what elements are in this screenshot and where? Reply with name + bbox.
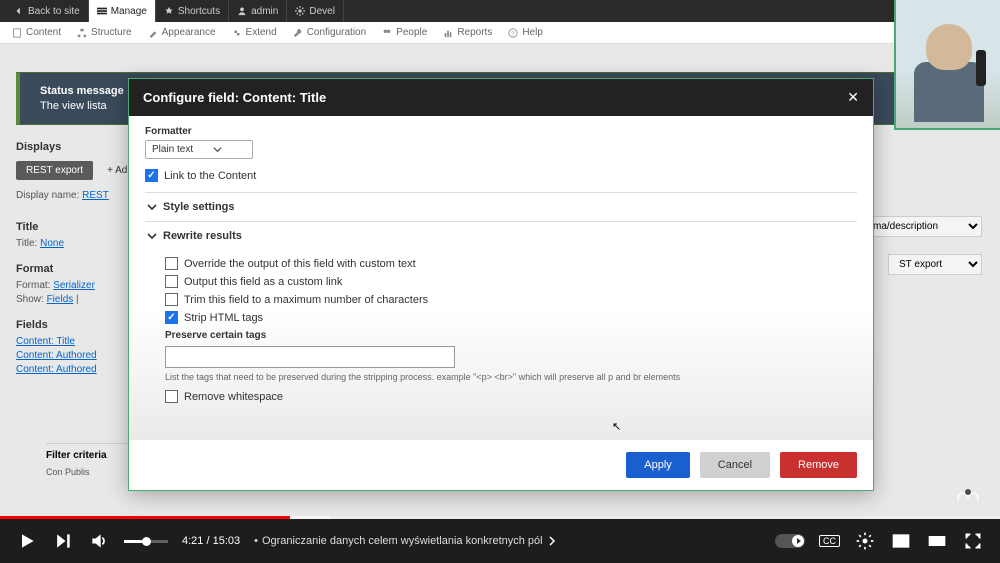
preserve-help-text: List the tags that need to be preserved … bbox=[165, 372, 857, 382]
admin-menu: Content Structure Appearance Extend Conf… bbox=[0, 22, 1000, 44]
remove-whitespace-row[interactable]: Remove whitespace bbox=[165, 390, 857, 403]
rewrite-results-toggle[interactable]: Rewrite results bbox=[145, 221, 857, 250]
modal-body: Formatter Plain text Link to the Content… bbox=[129, 116, 873, 440]
gear-icon bbox=[295, 6, 305, 16]
style-settings-toggle[interactable]: Style settings bbox=[145, 192, 857, 221]
back-label: Back to site bbox=[28, 6, 80, 17]
next-button[interactable] bbox=[52, 530, 74, 552]
rewrite-options: Override the output of this field with c… bbox=[145, 250, 857, 414]
modal-title: Configure field: Content: Title bbox=[143, 90, 326, 105]
menu-help[interactable]: ?Help bbox=[500, 22, 551, 43]
reports-icon bbox=[443, 28, 453, 38]
menu-people[interactable]: People bbox=[374, 22, 435, 43]
show-link[interactable]: Fields bbox=[47, 294, 74, 305]
miniplayer-button[interactable] bbox=[890, 530, 912, 552]
volume-button[interactable] bbox=[88, 530, 110, 552]
preserve-tags-label: Preserve certain tags bbox=[165, 330, 857, 341]
volume-slider[interactable] bbox=[124, 540, 168, 543]
display-name-link[interactable]: REST bbox=[82, 190, 109, 201]
modal-header: Configure field: Content: Title ✕ bbox=[129, 79, 873, 116]
settings-button[interactable] bbox=[854, 530, 876, 552]
wrench-icon bbox=[293, 28, 303, 38]
devel-label: Devel bbox=[309, 6, 335, 17]
custom-link-checkbox[interactable] bbox=[165, 275, 178, 288]
chevron-down-icon bbox=[147, 202, 157, 212]
chevron-right-icon bbox=[547, 536, 557, 546]
people-icon bbox=[382, 28, 392, 38]
admin-label: admin bbox=[251, 6, 278, 17]
help-icon: ? bbox=[508, 28, 518, 38]
menu-structure[interactable]: Structure bbox=[69, 22, 140, 43]
path-select[interactable]: ma/description bbox=[862, 216, 982, 237]
preserve-tags-input[interactable] bbox=[165, 346, 455, 368]
video-time: 4:21 / 15:03 bbox=[182, 535, 240, 547]
admin-tab[interactable]: admin bbox=[229, 0, 287, 22]
shortcuts-tab[interactable]: Shortcuts bbox=[156, 0, 229, 22]
back-to-site[interactable]: Back to site bbox=[6, 0, 89, 22]
cancel-button[interactable]: Cancel bbox=[700, 452, 770, 478]
field-content-title[interactable]: Content: Title bbox=[16, 336, 75, 347]
chevron-down-icon bbox=[147, 231, 157, 241]
menu-extend[interactable]: Extend bbox=[224, 22, 285, 43]
title-link[interactable]: None bbox=[40, 238, 64, 249]
trim-checkbox[interactable] bbox=[165, 293, 178, 306]
theater-button[interactable] bbox=[926, 530, 948, 552]
arrow-left-icon bbox=[14, 6, 24, 16]
strip-html-row[interactable]: Strip HTML tags bbox=[165, 311, 857, 324]
close-icon[interactable]: ✕ bbox=[847, 89, 859, 106]
display-tab-rest[interactable]: REST export bbox=[16, 161, 93, 180]
youtube-logo-watermark[interactable] bbox=[954, 485, 982, 507]
content-icon bbox=[12, 28, 22, 38]
structure-icon bbox=[77, 28, 87, 38]
manage-tab[interactable]: Manage bbox=[89, 0, 156, 22]
override-output-row[interactable]: Override the output of this field with c… bbox=[165, 257, 857, 270]
menu-reports[interactable]: Reports bbox=[435, 22, 500, 43]
format-link[interactable]: Serializer bbox=[53, 280, 95, 291]
modal-footer: Apply Cancel Remove bbox=[129, 440, 873, 490]
menu-icon bbox=[97, 6, 107, 16]
play-button[interactable] bbox=[16, 530, 38, 552]
menu-appearance[interactable]: Appearance bbox=[140, 22, 224, 43]
extend-icon bbox=[232, 28, 242, 38]
field-content-authored-2[interactable]: Content: Authored bbox=[16, 364, 97, 375]
remove-whitespace-checkbox[interactable] bbox=[165, 390, 178, 403]
formatter-label: Formatter bbox=[145, 126, 857, 137]
menu-configuration[interactable]: Configuration bbox=[285, 22, 374, 43]
presenter-webcam bbox=[894, 0, 1000, 130]
devel-tab[interactable]: Devel bbox=[287, 0, 344, 22]
formatter-select[interactable]: Plain text bbox=[145, 140, 253, 159]
shortcuts-label: Shortcuts bbox=[178, 6, 220, 17]
fullscreen-button[interactable] bbox=[962, 530, 984, 552]
drupal-toolbar: Back to site Manage Shortcuts admin Deve… bbox=[0, 0, 1000, 22]
configure-field-modal: Configure field: Content: Title ✕ Format… bbox=[128, 78, 874, 491]
output-as-link-row[interactable]: Output this field as a custom link bbox=[165, 275, 857, 288]
appearance-icon bbox=[148, 28, 158, 38]
link-to-content-checkbox[interactable] bbox=[145, 169, 158, 182]
remove-button[interactable]: Remove bbox=[780, 452, 857, 478]
mouse-cursor: ↖ bbox=[612, 420, 621, 433]
video-controls: 4:21 / 15:03 • Ograniczanie danych celem… bbox=[0, 519, 1000, 563]
video-chapter-title[interactable]: • Ograniczanie danych celem wyświetlania… bbox=[254, 535, 557, 547]
apply-button[interactable]: Apply bbox=[626, 452, 690, 478]
export-select[interactable]: ST export bbox=[888, 254, 982, 275]
manage-label: Manage bbox=[111, 6, 147, 17]
user-icon bbox=[237, 6, 247, 16]
captions-button[interactable]: CC bbox=[819, 535, 840, 547]
strip-html-checkbox[interactable] bbox=[165, 311, 178, 324]
link-to-content-row[interactable]: Link to the Content bbox=[145, 169, 857, 182]
field-content-authored-1[interactable]: Content: Authored bbox=[16, 350, 97, 361]
override-checkbox[interactable] bbox=[165, 257, 178, 270]
menu-content[interactable]: Content bbox=[4, 22, 69, 43]
autoplay-toggle[interactable] bbox=[775, 534, 805, 548]
trim-row[interactable]: Trim this field to a maximum number of c… bbox=[165, 293, 857, 306]
chevron-down-icon bbox=[213, 145, 222, 154]
star-icon bbox=[164, 6, 174, 16]
